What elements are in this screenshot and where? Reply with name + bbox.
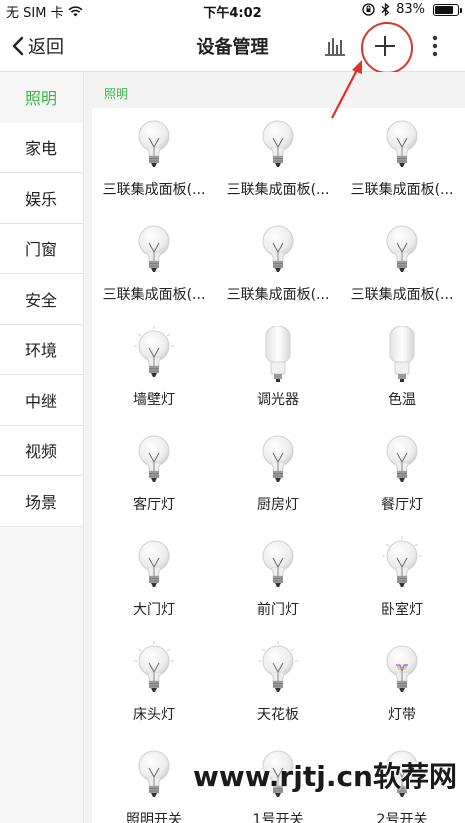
device-label: 前门灯 [257, 602, 299, 618]
device-label: 餐厅灯 [381, 497, 423, 513]
device-item[interactable]: 灯带 [340, 633, 464, 738]
watermark: www.rjtj.cn软荐网 [192, 760, 457, 793]
device-item[interactable]: 卧室灯 [340, 528, 464, 633]
device-item[interactable]: 床头灯 [92, 633, 216, 738]
bulb-icon [138, 540, 170, 587]
sidebar-item-1[interactable]: 家电 [0, 122, 83, 173]
orientation-lock-icon [362, 3, 375, 16]
statistics-button[interactable] [319, 30, 351, 62]
status-right: 83% [362, 2, 462, 17]
device-label: 三联集成面板(... [226, 182, 330, 198]
device-item[interactable]: 三联集成面板(... [92, 213, 216, 318]
device-label: 1号开关 [252, 812, 304, 823]
device-item[interactable]: 餐厅灯 [340, 423, 464, 528]
device-item[interactable]: 客厅灯 [92, 423, 216, 528]
sidebar-item-label: 中继 [25, 391, 58, 411]
sidebar-item-5[interactable]: 环境 [0, 324, 83, 375]
bulb-icon [386, 435, 418, 482]
bulb-icon [262, 435, 294, 482]
led-bulb-icon [265, 326, 291, 382]
category-sidebar: 照明家电娱乐门窗安全环境中继视频场景 [0, 72, 84, 823]
device-item[interactable]: 墙壁灯 [92, 318, 216, 423]
plus-icon [375, 36, 395, 56]
sidebar-item-8[interactable]: 场景 [0, 476, 83, 527]
device-label: 三联集成面板(... [350, 182, 454, 198]
sidebar-item-2[interactable]: 娱乐 [0, 173, 83, 224]
bulb-icon [138, 225, 170, 272]
sidebar-item-0[interactable]: 照明 [0, 72, 83, 123]
device-item[interactable]: 天花板 [216, 633, 340, 738]
device-label: 调光器 [257, 392, 299, 408]
bulb-lit-icon [134, 326, 174, 377]
sidebar-item-3[interactable]: 门窗 [0, 223, 83, 274]
section-label: 照明 [104, 87, 129, 101]
more-button[interactable] [419, 30, 451, 62]
device-label: 厨房灯 [257, 497, 299, 513]
sidebar-item-label: 场景 [25, 492, 58, 512]
bulb-lit-icon [134, 641, 174, 692]
device-item[interactable]: 三联集成面板(... [92, 108, 216, 213]
bulb-icon [262, 225, 294, 272]
bar-chart-icon [325, 38, 345, 56]
sidebar-item-label: 娱乐 [25, 189, 58, 209]
more-vertical-icon [432, 35, 438, 57]
bulb-icon [386, 120, 418, 167]
device-label: 2号开关 [376, 812, 428, 823]
device-item[interactable]: 厨房灯 [216, 423, 340, 528]
device-item[interactable]: 前门灯 [216, 528, 340, 633]
bulb-lit-icon [382, 536, 422, 587]
device-label: 墙壁灯 [133, 392, 175, 408]
bulb-icon [262, 540, 294, 587]
status-bar: 无 SIM 卡 下午4:02 83% [0, 0, 465, 21]
nav-actions [319, 22, 451, 74]
device-item[interactable]: 色温 [340, 318, 464, 423]
device-item[interactable]: 三联集成面板(... [216, 108, 340, 213]
device-item[interactable]: 三联集成面板(... [216, 213, 340, 318]
sidebar-item-7[interactable]: 视频 [0, 425, 83, 476]
device-label: 三联集成面板(... [350, 287, 454, 303]
sidebar-item-label: 门窗 [25, 240, 58, 260]
bulb-icon [138, 120, 170, 167]
device-label: 大门灯 [133, 602, 175, 618]
battery-fill [435, 5, 454, 14]
device-label: 三联集成面板(... [102, 287, 206, 303]
device-item[interactable]: 大门灯 [92, 528, 216, 633]
add-device-button[interactable] [361, 22, 413, 74]
device-grid: 三联集成面板(... 三联集成面板(... 三联集成面板(... 三联集成面板(...… [92, 108, 465, 823]
bulb-lit-icon [258, 641, 298, 692]
device-label: 灯带 [388, 707, 416, 723]
sidebar-item-label: 家电 [25, 139, 58, 159]
bluetooth-icon [381, 3, 390, 16]
device-item[interactable]: 三联集成面板(... [340, 108, 464, 213]
device-item[interactable]: 调光器 [216, 318, 340, 423]
nav-bar: 返回 设备管理 [0, 20, 465, 74]
device-label: 照明开关 [126, 812, 182, 823]
sidebar-item-4[interactable]: 安全 [0, 274, 83, 325]
device-label: 卧室灯 [381, 602, 423, 618]
led-bulb-icon [389, 326, 415, 382]
bulb-color-icon [386, 645, 418, 692]
sidebar-item-label: 环境 [25, 341, 58, 361]
device-item[interactable]: 三联集成面板(... [340, 213, 464, 318]
device-label: 色温 [388, 392, 416, 408]
device-panel: 照明 三联集成面板(... 三联集成面板(... 三联集成面板(... 三联集成面板(… [84, 72, 465, 823]
device-label: 三联集成面板(... [226, 287, 330, 303]
sidebar-item-label: 照明 [25, 89, 58, 109]
bulb-icon [138, 435, 170, 482]
device-label: 床头灯 [133, 707, 175, 723]
device-label: 天花板 [257, 707, 299, 723]
device-label: 三联集成面板(... [102, 182, 206, 198]
sidebar-item-label: 视频 [25, 442, 58, 462]
bulb-icon [262, 120, 294, 167]
device-label: 客厅灯 [133, 497, 175, 513]
sidebar-item-label: 安全 [25, 290, 58, 310]
battery-percent: 83% [396, 2, 425, 17]
bulb-icon [386, 225, 418, 272]
battery-icon [433, 3, 462, 16]
sidebar-item-6[interactable]: 中继 [0, 375, 83, 426]
bulb-icon [138, 750, 170, 797]
